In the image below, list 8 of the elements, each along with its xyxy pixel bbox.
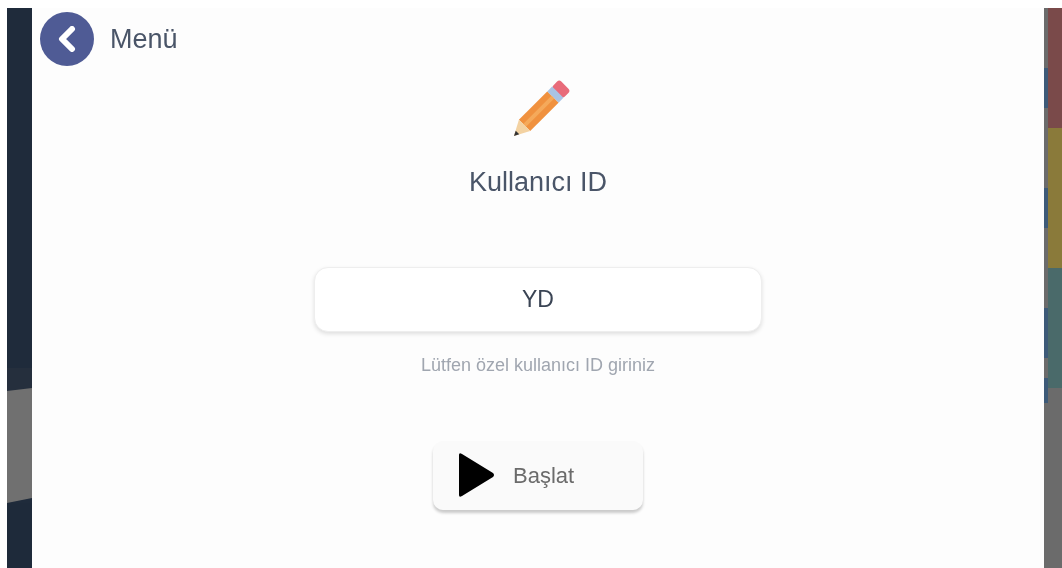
chevron-left-icon [56,26,78,52]
page-title: Kullanıcı ID [468,166,608,199]
back-button[interactable] [40,12,94,66]
start-button[interactable]: Başlat [433,440,643,510]
id-input-field[interactable]: YD [314,266,762,332]
hint-text: Lütfen özel kullanıcı ID giriniz [420,353,656,377]
menu-label[interactable]: Menü [110,18,178,60]
play-icon [457,452,495,498]
